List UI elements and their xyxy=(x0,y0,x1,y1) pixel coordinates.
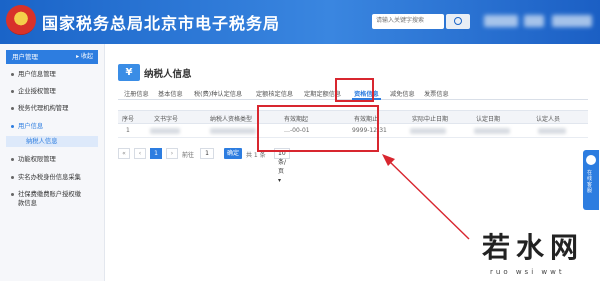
sidebar-header: 用户管理 ▸ 收起 xyxy=(6,50,98,64)
sidebar-item-realname-collect[interactable]: 实名办税身份信息采集 xyxy=(6,173,98,182)
col-header: 实际中止日期 xyxy=(412,116,449,123)
goto-label: 前往 xyxy=(182,152,195,159)
tab-quota[interactable]: 定额核定信息 xyxy=(256,89,293,98)
tab-registration[interactable]: 注册信息 xyxy=(124,89,149,98)
logout-link-blurred[interactable] xyxy=(552,15,592,27)
sidebar-header-label: 用户管理 xyxy=(12,53,38,61)
bullet-icon xyxy=(11,73,14,76)
sidebar-item-label: 税务代理机构管理 xyxy=(18,105,69,112)
page-root: 国家税务总局北京市电子税务局 用户管理 ▸ 收起 用户信息管理 企业授权管理 税… xyxy=(0,0,600,281)
search-icon[interactable] xyxy=(446,14,470,29)
sidebar-item-label: 实名办税身份信息采集 xyxy=(18,174,81,181)
current-page-button[interactable]: 1 xyxy=(150,148,162,159)
cell-approver-blurred xyxy=(538,128,566,134)
sidebar-item-function-permission[interactable]: 功能权限管理 xyxy=(6,155,98,164)
sidebar-collapse-button[interactable]: ▸ 收起 xyxy=(76,50,93,64)
tab-tax-type[interactable]: 税(费)种认定信息 xyxy=(194,89,242,98)
watermark-subtitle: ruo wsi wwt xyxy=(490,268,565,276)
sidebar-item-user-info-mgmt[interactable]: 用户信息管理 xyxy=(6,70,98,79)
cell-approve-date-blurred xyxy=(474,128,510,134)
sidebar-item-social-insurance[interactable]: 社保费缴费账户授权缴款信息 xyxy=(6,190,86,208)
col-header: 文书字号 xyxy=(154,116,179,123)
sidebar-subitem-taxpayer-info[interactable]: 纳税人信息 xyxy=(6,136,98,147)
user-menu-blurred[interactable] xyxy=(524,15,544,27)
col-header: 认定日期 xyxy=(476,116,501,123)
bullet-icon xyxy=(11,193,14,196)
search-input[interactable] xyxy=(372,14,444,29)
sidebar-item-label: 社保费缴费账户授权缴款信息 xyxy=(18,191,81,207)
online-service-panel[interactable]: 在线客服 xyxy=(583,150,599,210)
tab-invoice[interactable]: 发票信息 xyxy=(424,89,449,98)
sidebar-item-label: 用户信息管理 xyxy=(18,71,56,78)
bullet-icon xyxy=(11,125,14,128)
tab-relief[interactable]: 减免信息 xyxy=(390,89,415,98)
sidebar-item-tax-agent[interactable]: 税务代理机构管理 xyxy=(6,104,98,113)
service-label: 在线客服 xyxy=(587,170,593,194)
highlight-box-dates xyxy=(257,105,379,152)
sidebar: 用户管理 ▸ 收起 用户信息管理 企业授权管理 税务代理机构管理 用户信息 纳税… xyxy=(0,44,105,281)
site-title: 国家税务总局北京市电子税务局 xyxy=(42,14,281,33)
bullet-icon xyxy=(11,158,14,161)
sidebar-item-user-info[interactable]: 用户信息 xyxy=(6,122,98,131)
go-button[interactable]: 确定 xyxy=(224,148,242,159)
col-header: 认定人员 xyxy=(536,116,561,123)
service-avatar-icon xyxy=(586,155,596,165)
page-title: 纳税人信息 xyxy=(144,69,192,80)
col-header: 纳税人资格类型 xyxy=(210,116,253,123)
cell-doc-number-blurred xyxy=(150,128,180,134)
page-number-input[interactable]: 1 xyxy=(200,148,214,159)
bullet-icon xyxy=(11,90,14,93)
bullet-icon xyxy=(11,176,14,179)
col-header: 序号 xyxy=(122,116,135,123)
user-info-blurred[interactable] xyxy=(484,15,518,27)
cell-qualification-blurred xyxy=(210,128,256,134)
prev-page-button[interactable]: ‹ xyxy=(134,148,146,159)
cell-index: 1 xyxy=(126,127,130,134)
next-page-button[interactable]: › xyxy=(166,148,178,159)
bullet-icon xyxy=(11,107,14,110)
sidebar-item-label: 功能权限管理 xyxy=(18,156,56,163)
yuan-icon: ¥ xyxy=(118,64,140,81)
tax-emblem-logo xyxy=(6,5,36,35)
top-header: 国家税务总局北京市电子税务局 xyxy=(0,0,600,44)
tab-basic[interactable]: 基本信息 xyxy=(158,89,183,98)
highlight-box-tab xyxy=(335,78,374,102)
sidebar-item-enterprise-auth[interactable]: 企业授权管理 xyxy=(6,87,98,96)
first-page-button[interactable]: « xyxy=(118,148,130,159)
sidebar-item-label: 企业授权管理 xyxy=(18,88,56,95)
cell-stop-date-blurred xyxy=(410,128,446,134)
sidebar-item-label: 用户信息 xyxy=(18,123,44,130)
watermark-logo: 若水网 xyxy=(482,231,585,264)
